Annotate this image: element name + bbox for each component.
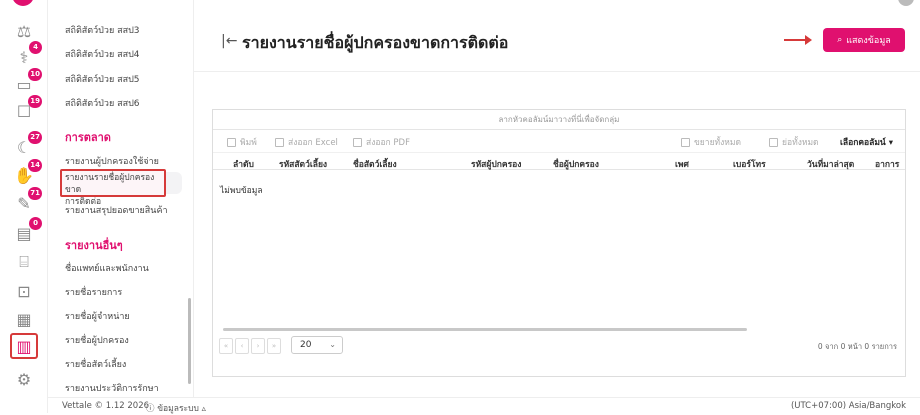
- data-grid: ลากหัวคอลัมน์มาวางที่นี่เพื่อจัดกลุ่ม พิ…: [212, 109, 906, 377]
- gear-icon[interactable]: ⚙: [10, 366, 38, 392]
- badge: 10: [28, 68, 42, 81]
- page-size-select[interactable]: 20 ⌄: [291, 336, 343, 354]
- menu-item[interactable]: สถิติสัตว์ป่วย สสป5: [65, 72, 140, 86]
- main-content: |← รายงานรายชื่อผู้ปกครองขาดการติดต่อ ⌕ …: [194, 0, 920, 397]
- footer: Vettale © 1.12 2026 ⓘ ข้อมูลระบบ ▵ (UTC+…: [48, 397, 920, 414]
- menu-item[interactable]: สถิติสัตว์ป่วย สสป6: [65, 96, 140, 110]
- column-header[interactable]: ลำดับ: [233, 157, 254, 171]
- icon-rail: ⚖ ⚕ 4 ▭ 10 ☐ 19 ☾ 27 ✋ 14 ✎ 71 ▤ 0 ⌸ ⊡ ▦ ▥ ⚙: [0, 0, 48, 413]
- menu-item-active[interactable]: รายงานรายชื่อผู้ปกครองขาด การติดต่อ: [60, 169, 166, 207]
- menu-scrollbar[interactable]: [188, 298, 191, 384]
- badge: 71: [28, 187, 42, 200]
- column-header[interactable]: วันที่มาล่าสุด: [807, 157, 854, 171]
- menu-item[interactable]: รายชื่อผู้จำหน่าย: [65, 309, 130, 323]
- column-header[interactable]: อาการ: [875, 157, 899, 171]
- pdf-icon: [353, 137, 362, 147]
- column-header[interactable]: เพศ: [675, 157, 689, 171]
- menu-item[interactable]: รายชื่อรายการ: [65, 285, 122, 299]
- label-line: รายงานรายชื่อผู้ปกครองขาด: [65, 173, 155, 195]
- bed-icon[interactable]: ▭ 10: [10, 68, 42, 97]
- first-page-button[interactable]: «: [219, 338, 233, 354]
- version-text: Vettale © 1.12 2026: [62, 401, 150, 411]
- grid-toolbar: พิมพ์ ส่งออก Excel ส่งออก PDF ขยายทั้งหม…: [213, 130, 905, 152]
- prev-page-button[interactable]: ‹: [235, 338, 249, 354]
- column-header[interactable]: รหัสสัตว์เลี้ยง: [279, 157, 327, 171]
- print-icon: [227, 137, 236, 147]
- export-excel-label: ส่งออก Excel: [288, 138, 338, 148]
- collapse-all-button[interactable]: ย่อทั้งหมด: [769, 135, 819, 149]
- page-info: 0 จาก 0 หน้า 0 รายการ: [817, 342, 897, 351]
- menu-item[interactable]: รายงานสรุปยอดขายสินค้า: [65, 203, 168, 217]
- page-title: รายงานรายชื่อผู้ปกครองขาดการติดต่อ: [242, 33, 509, 52]
- export-pdf-button[interactable]: ส่งออก PDF: [353, 135, 410, 149]
- section-heading-marketing: การตลาด: [65, 131, 111, 144]
- show-data-button[interactable]: ⌕ แสดงข้อมูล: [823, 28, 905, 52]
- report-menu: สถิติสัตว์ป่วย สสป3 สถิติสัตว์ป่วย สสป4 …: [48, 0, 194, 397]
- badge: 0: [29, 217, 42, 230]
- expand-all-button[interactable]: ขยายทั้งหมด: [681, 135, 741, 149]
- chevron-down-icon: ⌄: [329, 340, 336, 349]
- page-size-value: 20: [300, 340, 312, 350]
- expand-all-label: ขยายทั้งหมด: [694, 138, 742, 148]
- collapse-icon: [769, 137, 778, 147]
- next-page-button[interactable]: ›: [251, 338, 265, 354]
- search-icon: ⌕: [837, 35, 843, 45]
- export-excel-button[interactable]: ส่งออก Excel: [275, 135, 338, 149]
- logo-icon: [12, 0, 34, 6]
- menu-item[interactable]: รายงานผู้ปกครองใช้จ่าย: [65, 154, 159, 168]
- register-icon[interactable]: ⌸: [10, 249, 38, 275]
- menu-item[interactable]: รายชื่อสัตว์เลี้ยง: [65, 357, 126, 371]
- bag-icon[interactable]: ⊡: [10, 278, 38, 304]
- box-icon[interactable]: ☐ 19: [10, 95, 42, 124]
- menu-item[interactable]: รายงานประวัติการรักษา: [65, 381, 159, 395]
- caret-down-icon: ▾: [888, 138, 893, 148]
- print-label: พิมพ์: [240, 138, 257, 148]
- table-header: ลำดับ รหัสสัตว์เลี้ยง ชื่อสัตว์เลี้ยง รห…: [213, 152, 905, 170]
- badge: 19: [28, 95, 42, 108]
- badge: 4: [29, 41, 42, 54]
- column-header[interactable]: ชื่อสัตว์เลี้ยง: [353, 157, 397, 171]
- page-header: |← รายงานรายชื่อผู้ปกครองขาดการติดต่อ ⌕ …: [194, 22, 920, 72]
- clipboard-icon[interactable]: ▤ 0: [10, 217, 42, 246]
- hand-icon[interactable]: ✋ 14: [10, 159, 42, 188]
- pager: « ‹ › »: [219, 338, 281, 354]
- group-panel[interactable]: ลากหัวคอลัมน์มาวางที่นี่เพื่อจัดกลุ่ม: [213, 110, 905, 130]
- menu-item[interactable]: สถิติสัตว์ป่วย สสป4: [65, 47, 140, 61]
- collapse-left-icon[interactable]: |←: [221, 33, 237, 49]
- syringe-icon[interactable]: ✎ 71: [10, 187, 42, 216]
- excel-icon: [275, 137, 284, 147]
- column-header[interactable]: เบอร์โทร: [733, 157, 766, 171]
- grid-icon[interactable]: ▦: [10, 306, 38, 332]
- badge: 27: [28, 131, 42, 144]
- empty-message: ไม่พบข้อมูล: [220, 186, 263, 196]
- horizontal-scrollbar[interactable]: [223, 328, 747, 331]
- menu-item[interactable]: รายชื่อผู้ปกครอง: [65, 333, 129, 347]
- section-heading-other: รายงานอื่นๆ: [65, 239, 123, 252]
- expand-icon: [681, 137, 690, 147]
- export-pdf-label: ส่งออก PDF: [366, 138, 410, 148]
- timezone-text: (UTC+07:00) Asia/Bangkok: [790, 401, 906, 411]
- badge: 14: [28, 159, 42, 172]
- arrow-annotation: [784, 35, 812, 45]
- collapse-all-label: ย่อทั้งหมด: [782, 138, 819, 148]
- last-page-button[interactable]: »: [267, 338, 281, 354]
- show-data-label: แสดงข้อมูล: [846, 36, 891, 46]
- stethoscope-icon[interactable]: ⚕ 4: [10, 41, 42, 70]
- chart-icon[interactable]: ▥: [10, 333, 38, 359]
- column-header[interactable]: รหัสผู้ปกครอง: [471, 157, 521, 171]
- menu-item[interactable]: ชื่อแพทย์และพนักงาน: [65, 261, 149, 275]
- choose-columns-button[interactable]: เลือกคอลัมน์ ▾: [840, 135, 893, 149]
- print-button[interactable]: พิมพ์: [227, 135, 257, 149]
- choose-columns-label: เลือกคอลัมน์: [839, 138, 886, 148]
- menu-item[interactable]: สถิติสัตว์ป่วย สสป3: [65, 23, 140, 37]
- moon-icon[interactable]: ☾ 27: [10, 131, 42, 160]
- column-header[interactable]: ชื่อผู้ปกครอง: [553, 157, 599, 171]
